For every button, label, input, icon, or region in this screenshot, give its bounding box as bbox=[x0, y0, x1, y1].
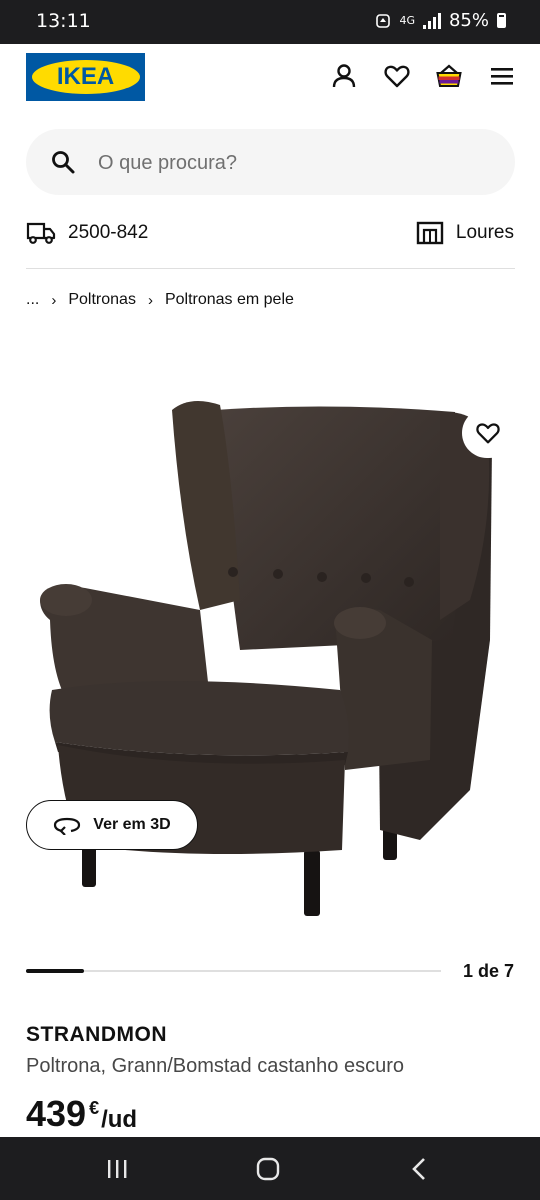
add-to-favourites-button[interactable] bbox=[462, 408, 514, 458]
status-bar: 13:11 4G 85% bbox=[0, 0, 540, 44]
status-time: 13:11 bbox=[36, 10, 91, 32]
heart-icon[interactable] bbox=[383, 62, 411, 90]
breadcrumb-ellipsis[interactable]: ... bbox=[26, 291, 39, 309]
ikea-logo[interactable]: IKEA bbox=[26, 53, 145, 101]
price-amount: 439 bbox=[26, 1093, 87, 1134]
rotate-3d-icon bbox=[54, 817, 81, 835]
network-type: 4G bbox=[399, 13, 415, 27]
product-name: STRANDMON bbox=[26, 1023, 167, 1046]
search-bar[interactable] bbox=[26, 129, 515, 195]
view-3d-label: Ver em 3D bbox=[93, 816, 171, 833]
battery-icon bbox=[497, 13, 506, 28]
user-icon[interactable] bbox=[330, 62, 358, 90]
breadcrumb-item-poltronas-em-pele[interactable]: Poltronas em pele bbox=[165, 291, 294, 309]
back-icon[interactable] bbox=[408, 1157, 432, 1181]
product-description: Poltrona, Grann/Bomstad castanho escuro bbox=[26, 1055, 404, 1077]
heart-icon bbox=[476, 423, 500, 444]
breadcrumb-item-poltronas[interactable]: Poltronas bbox=[68, 291, 136, 309]
image-carousel-progress bbox=[26, 969, 441, 973]
chevron-right-icon: › bbox=[147, 291, 153, 309]
logo-text: IKEA bbox=[56, 63, 115, 90]
divider bbox=[26, 268, 515, 269]
recycle-icon bbox=[376, 13, 391, 28]
postcode-text: 2500-842 bbox=[68, 222, 149, 243]
home-icon[interactable] bbox=[256, 1157, 280, 1181]
battery-percent: 85% bbox=[448, 10, 489, 31]
menu-icon[interactable] bbox=[488, 62, 516, 90]
delivery-postcode[interactable]: 2500-842 bbox=[26, 218, 148, 248]
price-unit: /ud bbox=[101, 1106, 138, 1133]
chevron-right-icon: › bbox=[51, 291, 57, 309]
progress-fill bbox=[26, 969, 85, 973]
store-selector[interactable]: Loures bbox=[416, 218, 514, 248]
recent-apps-icon[interactable] bbox=[105, 1157, 129, 1181]
system-nav-bar bbox=[0, 1137, 540, 1200]
store-icon bbox=[416, 221, 444, 245]
search-input[interactable] bbox=[96, 147, 490, 179]
view-3d-button[interactable]: Ver em 3D bbox=[26, 800, 198, 850]
store-name: Loures bbox=[455, 222, 514, 243]
image-counter: 1 de 7 bbox=[462, 961, 514, 981]
basket-icon[interactable] bbox=[435, 62, 463, 90]
product-image[interactable] bbox=[0, 340, 540, 940]
search-icon[interactable] bbox=[50, 149, 76, 175]
breadcrumb: ... › Poltronas › Poltronas em pele bbox=[26, 291, 294, 309]
price-currency: € bbox=[89, 1098, 100, 1118]
signal-icon bbox=[422, 12, 441, 29]
product-price: 439 € /ud bbox=[26, 1094, 137, 1134]
truck-icon bbox=[26, 222, 56, 244]
status-indicators: 4G 85% bbox=[375, 10, 506, 31]
header: IKEA bbox=[0, 44, 540, 114]
